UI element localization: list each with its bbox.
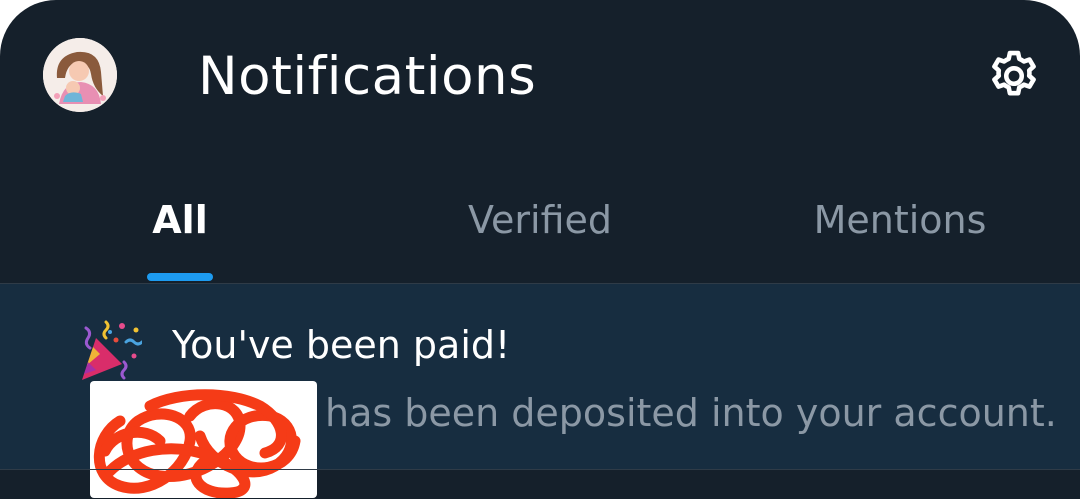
gear-icon xyxy=(992,50,1036,96)
active-tab-indicator xyxy=(147,273,213,281)
tab-all[interactable]: All xyxy=(0,180,360,284)
notifications-screen: Notifications All Verified Mentions You'… xyxy=(0,0,1080,499)
tab-mentions[interactable]: Mentions xyxy=(720,180,1080,284)
avatar-image-icon xyxy=(43,38,117,112)
profile-avatar[interactable] xyxy=(43,38,117,112)
redacted-amount xyxy=(90,381,317,498)
header: Notifications xyxy=(0,0,1080,150)
notification-title: You've been paid! xyxy=(172,323,511,367)
party-popper-icon xyxy=(76,318,144,384)
tab-label: Verified xyxy=(467,198,613,242)
tab-label: Mentions xyxy=(813,198,987,242)
tab-label: All xyxy=(152,198,208,242)
page-title: Notifications xyxy=(198,46,537,107)
tab-verified[interactable]: Verified xyxy=(360,180,720,284)
notification-tabs: All Verified Mentions xyxy=(0,180,1080,284)
divider xyxy=(0,469,1080,470)
notification-body: has been deposited into your account. xyxy=(325,391,1057,435)
settings-button[interactable] xyxy=(984,46,1044,106)
redaction-scribble-icon xyxy=(93,389,301,498)
